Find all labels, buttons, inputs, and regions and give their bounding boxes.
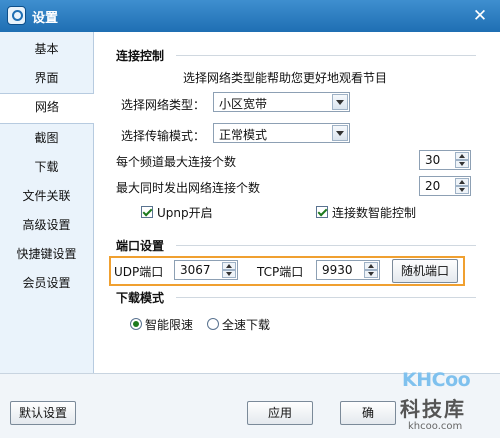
divider: [176, 245, 476, 246]
close-icon: ✕: [472, 6, 488, 26]
app-logo-icon: [7, 6, 26, 25]
smart-limit-radio[interactable]: [130, 318, 142, 330]
apply-button[interactable]: 应用: [247, 401, 313, 425]
default-settings-button[interactable]: 默认设置: [10, 401, 76, 425]
ok-button[interactable]: 确: [340, 401, 396, 425]
divider: [176, 55, 476, 56]
max-conn-per-channel-value: 30: [425, 153, 441, 167]
increment-arrow-icon[interactable]: [455, 152, 469, 160]
udp-port-value: 3067: [180, 263, 211, 277]
udp-port-label: UDP端口: [114, 265, 164, 279]
smart-conn-checkbox[interactable]: [316, 206, 328, 218]
decrement-arrow-icon[interactable]: [455, 186, 469, 194]
watermark-url: khcoo.com: [408, 421, 463, 432]
max-concurrent-value: 20: [425, 179, 441, 193]
smart-limit-label: 智能限速: [145, 318, 194, 332]
full-speed-label: 全速下载: [222, 318, 271, 332]
network-settings-panel: 连接控制 选择网络类型能帮助您更好地观看节目 选择网络类型： 小区宽带 选择传输…: [94, 32, 500, 373]
window-title: 设置: [32, 11, 59, 26]
sidebar-item-file-association[interactable]: 文件关联: [0, 182, 93, 211]
sidebar-item-download[interactable]: 下载: [0, 153, 93, 182]
max-concurrent-stepper[interactable]: 20: [419, 176, 471, 196]
title-bar: 设置 ✕: [0, 0, 500, 32]
watermark-name: 科技库: [400, 397, 466, 421]
ports-section-title: 端口设置: [116, 239, 165, 253]
tcp-port-value: 9930: [322, 263, 353, 277]
download-section-title: 下载模式: [116, 291, 165, 305]
decrement-arrow-icon[interactable]: [364, 270, 378, 278]
sidebar-item-hotkeys[interactable]: 快捷键设置: [0, 240, 93, 269]
network-type-label: 选择网络类型：: [121, 98, 206, 112]
connection-section-title: 连接控制: [116, 49, 165, 63]
divider: [176, 297, 476, 298]
chevron-down-icon: [332, 94, 348, 110]
network-type-hint: 选择网络类型能帮助您更好地观看节目: [183, 71, 388, 85]
increment-arrow-icon[interactable]: [364, 262, 378, 270]
sidebar-item-membership[interactable]: 会员设置: [0, 269, 93, 298]
decrement-arrow-icon[interactable]: [455, 160, 469, 168]
random-port-button[interactable]: 随机端口: [392, 259, 458, 283]
network-type-value: 小区宽带: [219, 97, 268, 111]
tcp-port-stepper[interactable]: 9930: [316, 260, 380, 280]
sidebar-item-interface[interactable]: 界面: [0, 64, 93, 93]
max-conn-per-channel-stepper[interactable]: 30: [419, 150, 471, 170]
sidebar-item-advanced[interactable]: 高级设置: [0, 211, 93, 240]
sidebar-item-network[interactable]: 网络: [0, 93, 94, 124]
tcp-port-label: TCP端口: [257, 265, 304, 279]
chevron-down-icon: [332, 125, 348, 141]
transfer-mode-value: 正常模式: [219, 128, 268, 142]
sidebar-item-screenshot[interactable]: 截图: [0, 124, 93, 153]
upnp-label: Upnp开启: [157, 206, 213, 220]
watermark-logo: KHCoo: [402, 369, 471, 391]
sidebar-item-basic[interactable]: 基本: [0, 35, 93, 64]
increment-arrow-icon[interactable]: [222, 262, 236, 270]
settings-sidebar: 基本 界面 网络 截图 下载 文件关联 高级设置 快捷键设置 会员设置: [0, 32, 94, 373]
close-button[interactable]: ✕: [470, 6, 490, 26]
increment-arrow-icon[interactable]: [455, 178, 469, 186]
upnp-checkbox[interactable]: [141, 206, 153, 218]
max-concurrent-label: 最大同时发出网络连接个数: [116, 181, 261, 195]
decrement-arrow-icon[interactable]: [222, 270, 236, 278]
smart-conn-label: 连接数智能控制: [332, 206, 417, 220]
network-type-select[interactable]: 小区宽带: [213, 92, 350, 112]
max-conn-per-channel-label: 每个频道最大连接个数: [116, 155, 237, 169]
udp-port-stepper[interactable]: 3067: [174, 260, 238, 280]
full-speed-radio[interactable]: [207, 318, 219, 330]
transfer-mode-label: 选择传输模式：: [121, 129, 206, 143]
transfer-mode-select[interactable]: 正常模式: [213, 123, 350, 143]
